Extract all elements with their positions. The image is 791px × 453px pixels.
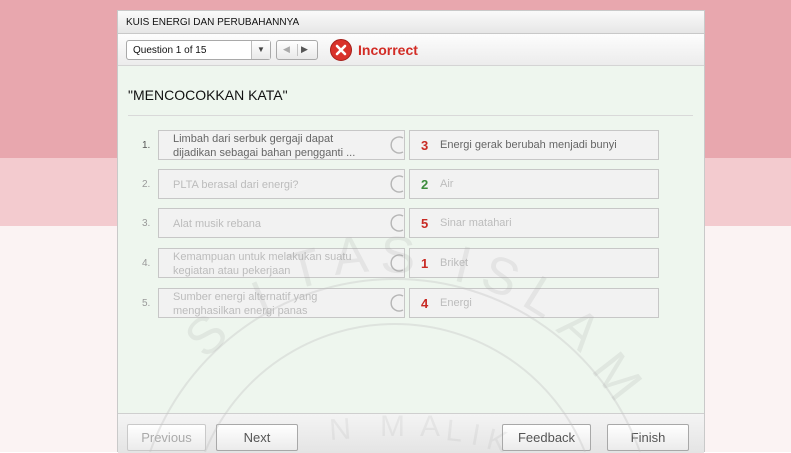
- quiz-footer: Previous Next Feedback Finish: [118, 413, 704, 453]
- answer-text: Sinar matahari: [440, 217, 512, 229]
- answer-text: Briket: [440, 257, 469, 269]
- match-row: 3. Alat musik rebana 5 Sinar matahari: [128, 208, 688, 240]
- prompt-line-1: Kemampuan untuk melakukan suatu: [173, 251, 352, 263]
- row-number: 5.: [142, 298, 151, 309]
- row-number: 1.: [142, 140, 151, 151]
- match-row: 4. Kemampuan untuk melakukan suatu kegia…: [128, 248, 688, 280]
- match-row: 1. Limbah dari serbuk gergaji dapat dija…: [128, 130, 688, 162]
- prompt-line-1: PLTA berasal dari energi?: [173, 179, 299, 191]
- match-row: 5. Sumber energi alternatif yang menghas…: [128, 288, 688, 320]
- match-row: 2. PLTA berasal dari energi? 2 Air: [128, 169, 688, 201]
- row-number: 4.: [142, 258, 151, 269]
- chevron-down-icon[interactable]: ▼: [251, 41, 270, 59]
- question-title: "MENCOCOKKAN KATA": [128, 87, 288, 103]
- incorrect-x-icon: [330, 39, 352, 61]
- match-answer[interactable]: 4 Energi: [409, 288, 659, 318]
- answer-text: Energi: [440, 297, 472, 309]
- prompt-line-1: Alat musik rebana: [173, 218, 262, 230]
- match-answer[interactable]: 5 Sinar matahari: [409, 208, 659, 238]
- feedback-button[interactable]: Feedback: [502, 424, 591, 451]
- row-number: 2.: [142, 179, 151, 190]
- prompt-line-2: dijadikan sebagai bahan pengganti ...: [173, 147, 356, 159]
- connector-notch-icon: [390, 175, 404, 193]
- answer-index: 4: [421, 296, 429, 311]
- prev-question-icon[interactable]: ◀: [283, 44, 290, 55]
- match-prompt: PLTA berasal dari energi?: [158, 169, 405, 199]
- question-select-label: Question 1 of 15: [133, 45, 207, 56]
- answer-index: 2: [421, 177, 429, 192]
- answer-index: 5: [421, 216, 429, 231]
- row-number: 3.: [142, 218, 151, 229]
- prompt-line-2: kegiatan atau pekerjaan: [173, 265, 291, 277]
- match-answer[interactable]: 3 Energi gerak berubah menjadi bunyi: [409, 130, 659, 160]
- previous-button[interactable]: Previous: [127, 424, 206, 451]
- match-answer[interactable]: 1 Briket: [409, 248, 659, 278]
- answer-text: Air: [440, 178, 454, 190]
- prompt-line-1: Sumber energi alternatif yang: [173, 291, 318, 303]
- connector-notch-icon: [390, 136, 404, 154]
- match-answer[interactable]: 2 Air: [409, 169, 659, 199]
- connector-notch-icon: [390, 254, 404, 272]
- title-divider: [128, 115, 693, 116]
- question-stepper: ◀ ▶: [276, 40, 318, 60]
- prompt-line-2: menghasilkan energi panas: [173, 305, 308, 317]
- answer-index: 3: [421, 138, 429, 153]
- status-label: Incorrect: [358, 42, 418, 58]
- connector-notch-icon: [390, 214, 404, 232]
- question-select[interactable]: Question 1 of 15 ▼: [126, 40, 271, 60]
- stepper-divider: [297, 44, 298, 56]
- next-button[interactable]: Next: [216, 424, 298, 451]
- quiz-window: KUIS ENERGI DAN PERUBAHANNYA Question 1 …: [117, 10, 705, 453]
- answer-index: 1: [421, 256, 429, 271]
- finish-button[interactable]: Finish: [607, 424, 689, 451]
- window-title: KUIS ENERGI DAN PERUBAHANNYA: [118, 11, 704, 34]
- match-prompt: Alat musik rebana: [158, 208, 405, 238]
- next-question-icon[interactable]: ▶: [301, 44, 308, 55]
- match-prompt: Sumber energi alternatif yang menghasilk…: [158, 288, 405, 318]
- prompt-line-1: Limbah dari serbuk gergaji dapat: [173, 133, 334, 145]
- match-prompt: Kemampuan untuk melakukan suatu kegiatan…: [158, 248, 405, 278]
- match-prompt: Limbah dari serbuk gergaji dapat dijadik…: [158, 130, 405, 160]
- answer-text: Energi gerak berubah menjadi bunyi: [440, 139, 617, 151]
- connector-notch-icon: [390, 294, 404, 312]
- question-nav-bar: Question 1 of 15 ▼ ◀ ▶ Incorrect: [118, 34, 704, 66]
